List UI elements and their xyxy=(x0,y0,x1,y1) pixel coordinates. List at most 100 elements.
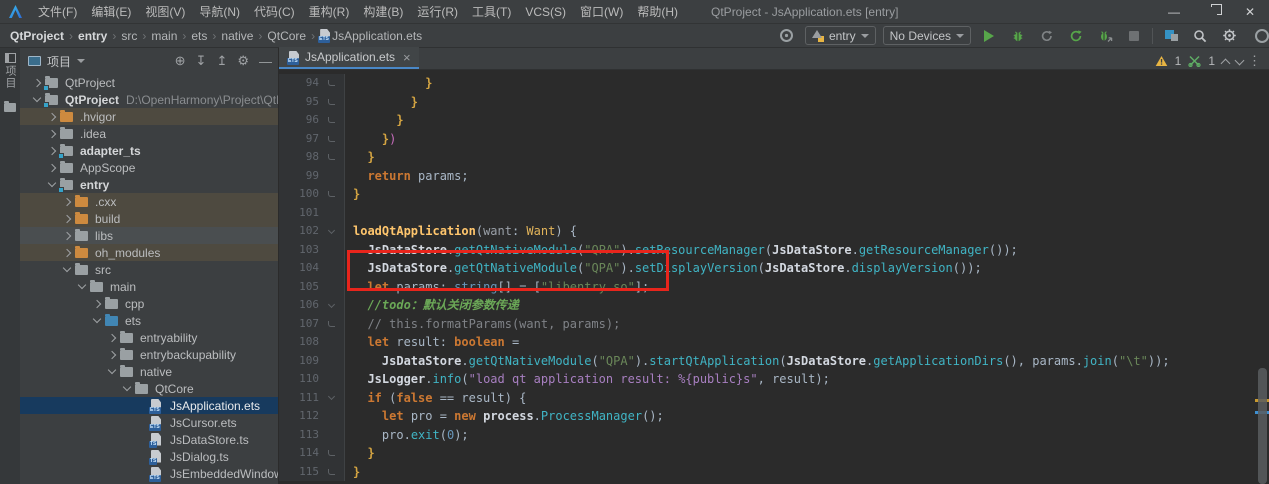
panel-gear-icon[interactable]: ⚙ xyxy=(237,53,249,69)
chevron-right-icon[interactable] xyxy=(48,129,56,137)
notifications-button[interactable] xyxy=(1247,26,1269,46)
tab-options-icon[interactable]: ⋮ xyxy=(1240,53,1269,69)
warning-count[interactable]: 1 xyxy=(1175,54,1182,68)
run-button[interactable] xyxy=(978,26,1000,46)
tree-item-ets[interactable]: ets xyxy=(20,312,278,329)
menu-item-11[interactable]: 帮助(H) xyxy=(630,5,685,19)
fold-marker-icon[interactable] xyxy=(328,80,335,86)
fold-marker-icon[interactable] xyxy=(327,393,334,400)
tree-item-native[interactable]: native xyxy=(20,363,278,380)
breadcrumb-item[interactable]: ets xyxy=(189,29,209,43)
expand-all-icon[interactable]: ↧ xyxy=(196,53,207,69)
breadcrumb-item[interactable]: entry xyxy=(76,29,109,43)
tree-item-src[interactable]: src xyxy=(20,261,278,278)
fold-marker-icon[interactable] xyxy=(328,450,335,456)
hide-panel-icon[interactable]: — xyxy=(259,54,272,69)
chevron-right-icon[interactable] xyxy=(48,146,56,154)
fold-marker-icon[interactable] xyxy=(328,191,335,197)
chevron-down-icon[interactable] xyxy=(123,383,131,391)
project-toolwindow-button[interactable]: 项目 xyxy=(0,48,20,112)
chevron-down-icon[interactable] xyxy=(108,366,116,374)
run-config-dropdown[interactable]: entry xyxy=(805,26,876,45)
device-manager-button[interactable] xyxy=(1160,26,1182,46)
next-issue-icon[interactable] xyxy=(1235,55,1245,65)
breadcrumb-item[interactable]: main xyxy=(149,29,179,43)
tree-item-jsembeddedwindow.ets[interactable]: ETSJsEmbeddedWindow.ets xyxy=(20,465,278,482)
tree-item-qtcore[interactable]: QtCore xyxy=(20,380,278,397)
tree-item-libs[interactable]: libs xyxy=(20,227,278,244)
debug-button[interactable] xyxy=(1007,26,1029,46)
fold-marker-icon[interactable] xyxy=(328,99,335,105)
editor-scrollbar[interactable] xyxy=(1255,70,1269,484)
search-everywhere-button[interactable] xyxy=(1189,26,1211,46)
menu-item-10[interactable]: 窗口(W) xyxy=(573,5,630,19)
tab-close-icon[interactable]: × xyxy=(403,50,411,65)
code-editor[interactable]: 94 }95 }96 }97 })98 }99 return params;10… xyxy=(279,70,1269,484)
tree-item-jsdialog.ts[interactable]: TSJsDialog.ts xyxy=(20,448,278,465)
menu-item-6[interactable]: 构建(B) xyxy=(356,5,410,19)
chevron-right-icon[interactable] xyxy=(93,299,101,307)
chevron-right-icon[interactable] xyxy=(108,350,116,358)
chevron-down-icon[interactable] xyxy=(78,281,86,289)
menu-item-9[interactable]: VCS(S) xyxy=(518,5,573,19)
tree-item-jscursor.ets[interactable]: ETSJsCursor.ets xyxy=(20,414,278,431)
chevron-down-icon[interactable] xyxy=(48,179,56,187)
breadcrumb-item[interactable]: native xyxy=(219,29,255,43)
tree-item-.idea[interactable]: .idea xyxy=(20,125,278,142)
prev-issue-icon[interactable] xyxy=(1221,58,1231,68)
chevron-right-icon[interactable] xyxy=(48,112,56,120)
menu-item-4[interactable]: 代码(C) xyxy=(247,5,302,19)
chevron-right-icon[interactable] xyxy=(33,78,41,86)
tree-item-main[interactable]: main xyxy=(20,278,278,295)
chevron-down-icon[interactable] xyxy=(63,264,71,272)
chevron-down-icon[interactable] xyxy=(93,315,101,323)
tree-item-.cxx[interactable]: .cxx xyxy=(20,193,278,210)
chevron-down-icon[interactable] xyxy=(33,94,41,102)
fold-marker-icon[interactable] xyxy=(328,117,335,123)
fold-marker-icon[interactable] xyxy=(328,469,335,475)
tree-item-.hvigor[interactable]: .hvigor xyxy=(20,108,278,125)
menu-item-3[interactable]: 导航(N) xyxy=(192,5,247,19)
tree-item-build[interactable]: build xyxy=(20,210,278,227)
chevron-right-icon[interactable] xyxy=(108,333,116,341)
menu-item-5[interactable]: 重构(R) xyxy=(302,5,357,19)
chevron-right-icon[interactable] xyxy=(48,163,56,171)
menu-item-0[interactable]: 文件(F) xyxy=(31,5,84,19)
tree-item-jsapplication.ets[interactable]: ETSJsApplication.ets xyxy=(20,397,278,414)
tree-item-jsdatastore.ts[interactable]: TSJsDataStore.ts xyxy=(20,431,278,448)
scrollbar-thumb[interactable] xyxy=(1258,368,1267,484)
collapse-all-icon[interactable]: ↥ xyxy=(216,53,227,69)
close-button[interactable]: ✕ xyxy=(1231,0,1269,23)
breadcrumb-item[interactable]: src xyxy=(119,29,139,43)
menu-item-1[interactable]: 编辑(E) xyxy=(84,5,138,19)
chevron-right-icon[interactable] xyxy=(63,214,71,222)
tree-item-qtproject[interactable]: QtProjectD:\OpenHarmony\Project\QtProjec xyxy=(20,91,278,108)
tree-item-entry[interactable]: entry xyxy=(20,176,278,193)
tab-jsapplication[interactable]: ETS JsApplication.ets × xyxy=(279,47,419,69)
breadcrumb-item[interactable]: QtProject xyxy=(8,29,66,43)
chevron-right-icon[interactable] xyxy=(63,231,71,239)
target-icon[interactable] xyxy=(776,26,798,46)
menu-item-2[interactable]: 视图(V) xyxy=(138,5,192,19)
settings-button[interactable] xyxy=(1218,26,1240,46)
restore-button[interactable] xyxy=(1193,0,1231,23)
chevron-down-icon[interactable] xyxy=(77,59,85,63)
tree-item-appscope[interactable]: AppScope xyxy=(20,159,278,176)
rerun-button[interactable] xyxy=(1065,26,1087,46)
fold-marker-icon[interactable] xyxy=(327,227,334,234)
tree-item-oh-modules[interactable]: oh_modules xyxy=(20,244,278,261)
tree-item-qtproject[interactable]: QtProject xyxy=(20,74,278,91)
breadcrumb-file[interactable]: JsApplication.ets xyxy=(330,29,424,43)
breadcrumb-item[interactable]: QtCore xyxy=(265,29,308,43)
menu-item-8[interactable]: 工具(T) xyxy=(465,5,518,19)
chevron-right-icon[interactable] xyxy=(63,197,71,205)
fold-marker-icon[interactable] xyxy=(328,321,335,327)
menu-item-7[interactable]: 运行(R) xyxy=(410,5,465,19)
device-dropdown[interactable]: No Devices xyxy=(883,26,971,45)
fold-marker-icon[interactable] xyxy=(327,301,334,308)
stop-button[interactable] xyxy=(1123,26,1145,46)
tree-item-entryability[interactable]: entryability xyxy=(20,329,278,346)
profiler-button[interactable] xyxy=(1036,26,1058,46)
minimize-button[interactable]: — xyxy=(1155,0,1193,23)
attach-debugger-button[interactable] xyxy=(1094,26,1116,46)
